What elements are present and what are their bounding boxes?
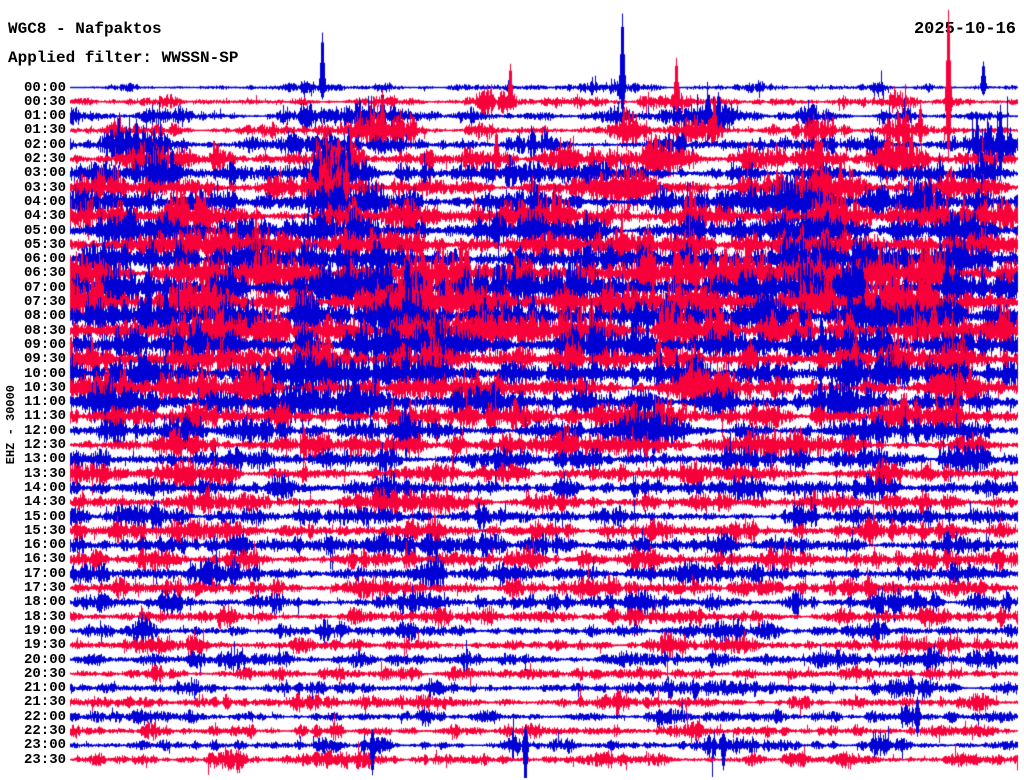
time-label-0830: 08:30: [0, 324, 66, 338]
time-label-1830: 18:30: [0, 610, 66, 624]
time-label-0800: 08:00: [0, 309, 66, 323]
time-label-1600: 16:00: [0, 538, 66, 552]
time-label-1700: 17:00: [0, 567, 66, 581]
time-label-1200: 12:00: [0, 424, 66, 438]
time-label-0300: 03:00: [0, 166, 66, 180]
seismogram-traces-canvas: [0, 0, 1024, 780]
time-label-2030: 20:30: [0, 667, 66, 681]
time-label-1800: 18:00: [0, 595, 66, 609]
time-label-2230: 22:30: [0, 724, 66, 738]
time-label-1430: 14:30: [0, 495, 66, 509]
time-label-1300: 13:00: [0, 452, 66, 466]
time-label-1730: 17:30: [0, 581, 66, 595]
time-label-2300: 23:00: [0, 738, 66, 752]
time-label-0030: 00:30: [0, 95, 66, 109]
helicorder-plot: WGC8 - Nafpaktos Applied filter: WWSSN-S…: [0, 0, 1024, 780]
time-label-0130: 01:30: [0, 123, 66, 137]
time-label-2200: 22:00: [0, 710, 66, 724]
time-label-1400: 14:00: [0, 481, 66, 495]
time-label-1030: 10:30: [0, 381, 66, 395]
time-label-0000: 00:00: [0, 81, 66, 95]
time-label-0400: 04:00: [0, 195, 66, 209]
time-label-0930: 09:30: [0, 352, 66, 366]
time-label-0900: 09:00: [0, 338, 66, 352]
time-label-0200: 02:00: [0, 138, 66, 152]
time-label-0500: 05:00: [0, 224, 66, 238]
time-label-2130: 21:30: [0, 695, 66, 709]
time-label-1930: 19:30: [0, 638, 66, 652]
time-label-0230: 02:30: [0, 152, 66, 166]
time-label-1000: 10:00: [0, 367, 66, 381]
time-label-2330: 23:30: [0, 753, 66, 767]
time-label-0430: 04:30: [0, 209, 66, 223]
time-label-0530: 05:30: [0, 238, 66, 252]
time-label-2100: 21:00: [0, 681, 66, 695]
time-label-1230: 12:30: [0, 438, 66, 452]
time-label-1330: 13:30: [0, 467, 66, 481]
time-label-0600: 06:00: [0, 252, 66, 266]
time-label-1630: 16:30: [0, 552, 66, 566]
time-label-1130: 11:30: [0, 409, 66, 423]
time-label-0700: 07:00: [0, 281, 66, 295]
time-label-1500: 15:00: [0, 510, 66, 524]
time-label-0100: 01:00: [0, 109, 66, 123]
time-label-0630: 06:30: [0, 266, 66, 280]
time-label-0330: 03:30: [0, 181, 66, 195]
station-title: WGC8 - Nafpaktos: [8, 20, 162, 38]
time-label-1900: 19:00: [0, 624, 66, 638]
time-label-0730: 07:30: [0, 295, 66, 309]
filter-label: Applied filter: WWSSN-SP: [8, 49, 238, 67]
time-label-1100: 11:00: [0, 395, 66, 409]
date-label: 2025-10-16: [914, 20, 1016, 39]
time-label-2000: 20:00: [0, 653, 66, 667]
time-label-1530: 15:30: [0, 524, 66, 538]
